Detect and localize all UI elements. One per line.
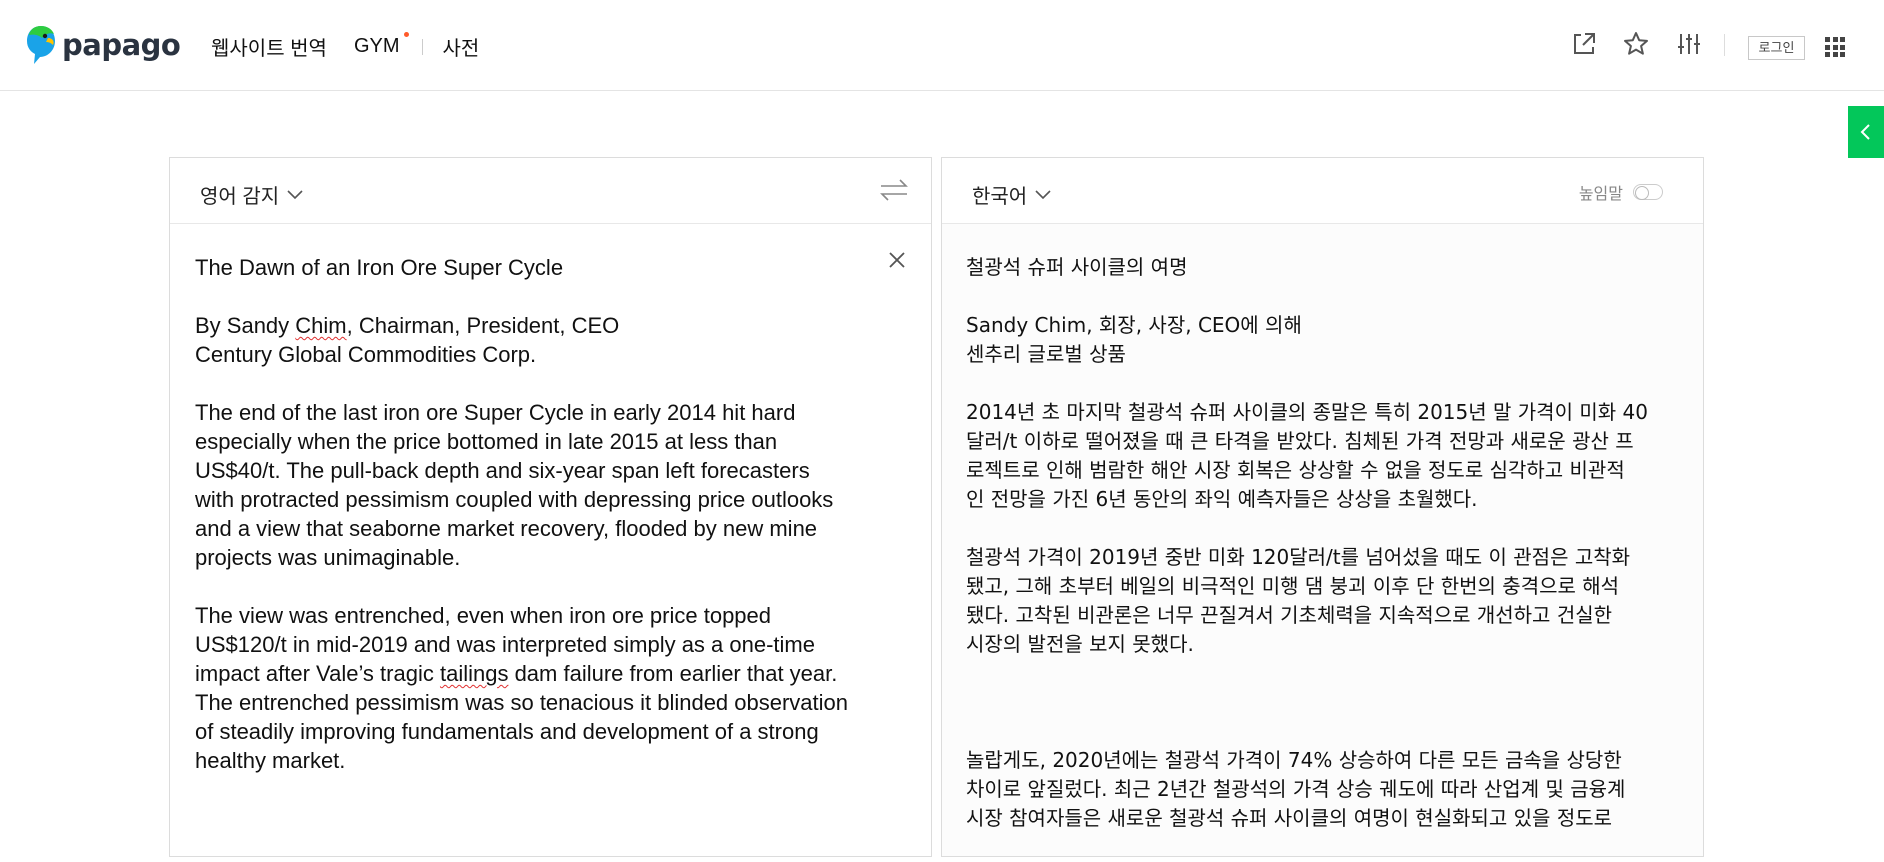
side-panel-toggle[interactable] <box>1848 106 1884 158</box>
star-icon[interactable] <box>1622 30 1650 63</box>
target-paragraph: 철광석 가격이 2019년 중반 미화 120달러/t를 넘어섰을 때도 이 관… <box>966 545 1631 656</box>
spellcheck-mark: tailings <box>439 661 509 686</box>
target-title: 철광석 슈퍼 사이클의 여명 <box>966 255 1188 279</box>
source-panel: 영어 감지 The Dawn of an Iron Ore Super Cycl… <box>169 157 932 857</box>
honorific-toggle[interactable]: 높임말 <box>1579 180 1663 204</box>
share-icon[interactable] <box>1570 30 1598 63</box>
nav-divider <box>421 38 423 55</box>
settings-sliders-icon[interactable] <box>1676 30 1702 63</box>
papago-logo[interactable]: papago <box>26 24 181 66</box>
nav-gym[interactable]: GYM <box>353 32 409 58</box>
target-panel: 한국어 높임말 철광석 슈퍼 사이클의 여명 Sandy Chim, 회장, 사… <box>941 157 1704 857</box>
target-paragraph: 놀랍게도, 2020년에는 철광석 가격이 74% 상승하여 다른 모든 금속을… <box>966 748 1626 830</box>
nav-website-translate[interactable]: 웹사이트 번역 <box>211 32 327 61</box>
spellcheck-mark: Chim <box>295 313 347 338</box>
main-nav: 웹사이트 번역 GYM 사전 <box>211 32 479 61</box>
source-paragraph: The end of the last iron ore Super Cycle… <box>195 400 834 570</box>
target-byline: Sandy Chim, 회장, 사장, CEO에 의해 센추리 글로벌 상품 <box>966 313 1302 366</box>
target-language-select[interactable]: 한국어 <box>972 180 1051 209</box>
translation-output: 철광석 슈퍼 사이클의 여명 Sandy Chim, 회장, 사장, CEO에 … <box>966 253 1683 862</box>
source-title: The Dawn of an Iron Ore Super Cycle <box>195 255 564 280</box>
target-paragraph: 2014년 초 마지막 철광석 슈퍼 사이클의 종말은 특히 2015년 말 가… <box>966 400 1648 511</box>
source-language-label: 영어 감지 <box>200 186 280 208</box>
chevron-down-icon <box>287 189 303 199</box>
source-paragraph: The view was entrenched, even when iron … <box>195 603 849 773</box>
login-button[interactable]: 로그인 <box>1748 36 1805 60</box>
top-header: papago 웹사이트 번역 GYM 사전 로그인 <box>0 0 1884 91</box>
source-language-select[interactable]: 영어 감지 <box>200 180 303 209</box>
apps-grid-icon[interactable] <box>1825 37 1845 57</box>
logo-text: papago <box>62 28 181 62</box>
chevron-down-icon <box>1035 189 1051 199</box>
nav-dictionary[interactable]: 사전 <box>443 32 480 61</box>
source-text-input[interactable]: The Dawn of an Iron Ore Super Cycle By S… <box>195 253 891 804</box>
parrot-logo-icon <box>27 26 55 64</box>
target-language-label: 한국어 <box>972 186 1028 208</box>
new-badge-dot <box>403 32 409 37</box>
swap-languages-icon[interactable] <box>879 178 909 207</box>
target-panel-header: 한국어 높임말 <box>942 158 1703 224</box>
source-byline: By Sandy Chim, Chairman, President, CEO … <box>195 313 620 367</box>
nav-gym-label: GYM <box>353 35 400 57</box>
header-divider <box>1724 34 1725 56</box>
honorific-label: 높임말 <box>1578 186 1623 203</box>
chevron-left-icon <box>1860 124 1870 140</box>
honorific-switch[interactable] <box>1633 184 1663 200</box>
source-panel-header: 영어 감지 <box>170 158 931 224</box>
